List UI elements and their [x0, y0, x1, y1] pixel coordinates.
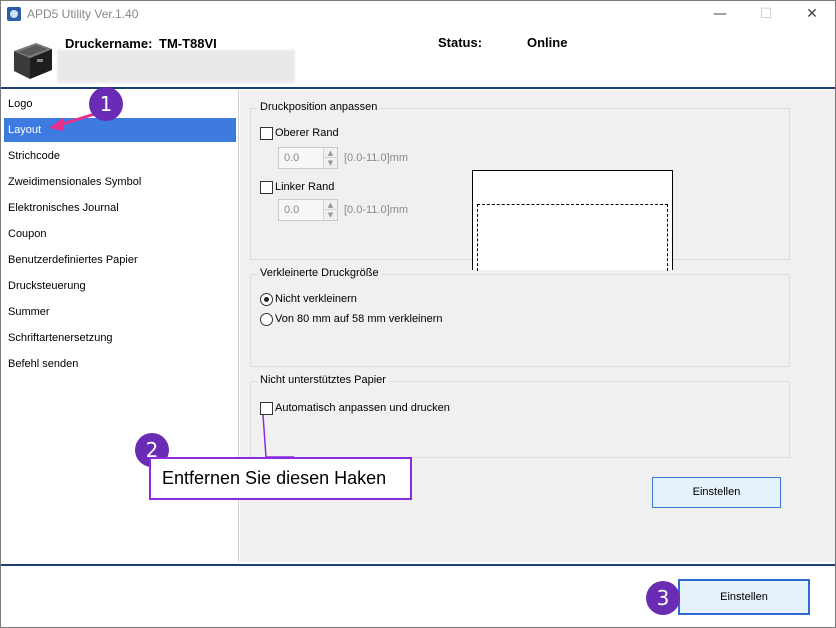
step-3-badge: 3 [646, 581, 680, 615]
printer-name-label: Druckername: [65, 36, 153, 51]
sidebar-item-custom-paper[interactable]: Benutzerdefiniertes Papier [4, 248, 236, 272]
reduce-80-58-radio[interactable] [260, 313, 273, 326]
left-margin-label: Linker Rand [275, 181, 335, 193]
top-margin-stepper[interactable]: 0.0 ▲ ▼ [278, 147, 338, 169]
app-icon [7, 7, 21, 21]
print-position-group: Druckposition anpassen Oberer Rand 0.0 ▲… [250, 101, 790, 271]
sidebar-item-buzzer[interactable]: Summer [4, 300, 236, 324]
printer-name-value: TM-T88VI [159, 36, 217, 51]
footer: Einstellen [1, 566, 835, 627]
header-divider [1, 87, 835, 89]
paper-preview [472, 170, 673, 271]
title-bar: APD5 Utility Ver.1.40 — ☐ ✕ [1, 1, 835, 29]
spin-down-icon[interactable]: ▼ [323, 210, 337, 220]
close-button[interactable]: ✕ [789, 1, 835, 29]
sidebar-item-barcode[interactable]: Strichcode [4, 144, 236, 168]
auto-fit-checkbox[interactable] [260, 402, 273, 415]
app-window: APD5 Utility Ver.1.40 — ☐ ✕ Druckername:… [0, 0, 836, 628]
sidebar-item-print-control[interactable]: Drucksteuerung [4, 274, 236, 298]
sidebar-item-coupon[interactable]: Coupon [4, 222, 236, 246]
callout-box: Entfernen Sie diesen Haken [149, 457, 412, 500]
status-value: Online [527, 35, 568, 50]
apply-panel-button[interactable]: Einstellen [652, 477, 781, 508]
print-position-title: Druckposition anpassen [257, 101, 381, 113]
spin-down-icon[interactable]: ▼ [323, 158, 337, 168]
redacted-field [57, 50, 295, 83]
top-margin-range: [0.0-11.0]mm [344, 152, 408, 164]
auto-fit-label: Automatisch anpassen und drucken [275, 402, 450, 414]
printer-icon [14, 43, 52, 79]
reduce-size-group: Verkleinerte Druckgröße Nicht verkleiner… [250, 267, 790, 367]
maximize-button[interactable]: ☐ [743, 1, 789, 29]
left-margin-value: 0.0 [284, 204, 300, 216]
sidebar-item-font-replacement[interactable]: Schriftartenersetzung [4, 326, 236, 350]
print-area-preview [477, 204, 668, 271]
unsupported-paper-group: Nicht unterstütztes Papier Automatisch a… [250, 374, 790, 458]
sidebar-item-send-command[interactable]: Befehl senden [4, 352, 236, 376]
sidebar-item-electronic-journal[interactable]: Elektronisches Journal [4, 196, 236, 220]
no-reduce-label: Nicht verkleinern [275, 293, 357, 305]
top-margin-checkbox[interactable] [260, 127, 273, 140]
top-margin-value: 0.0 [284, 152, 300, 164]
left-margin-checkbox[interactable] [260, 181, 273, 194]
sidebar-item-2d-symbol[interactable]: Zweidimensionales Symbol [4, 170, 236, 194]
left-margin-range: [0.0-11.0]mm [344, 204, 408, 216]
sidebar-item-layout[interactable]: Layout [4, 118, 236, 142]
minimize-button[interactable]: — [697, 1, 743, 29]
reduce-size-title: Verkleinerte Druckgröße [257, 267, 382, 279]
spin-up-icon[interactable]: ▲ [323, 148, 337, 158]
reduce-80-58-label: Von 80 mm auf 58 mm verkleinern [275, 313, 443, 325]
step-1-badge: 1 [89, 87, 123, 121]
apply-main-button[interactable]: Einstellen [678, 579, 810, 615]
left-margin-stepper[interactable]: 0.0 ▲ ▼ [278, 199, 338, 221]
no-reduce-radio[interactable] [260, 293, 273, 306]
printer-header: Druckername: TM-T88VI Status: Online [1, 29, 835, 88]
window-title: APD5 Utility Ver.1.40 [27, 7, 139, 21]
top-margin-label: Oberer Rand [275, 127, 339, 139]
status-label: Status: [438, 35, 483, 50]
spin-up-icon[interactable]: ▲ [323, 200, 337, 210]
unsupported-paper-title: Nicht unterstütztes Papier [257, 374, 389, 386]
